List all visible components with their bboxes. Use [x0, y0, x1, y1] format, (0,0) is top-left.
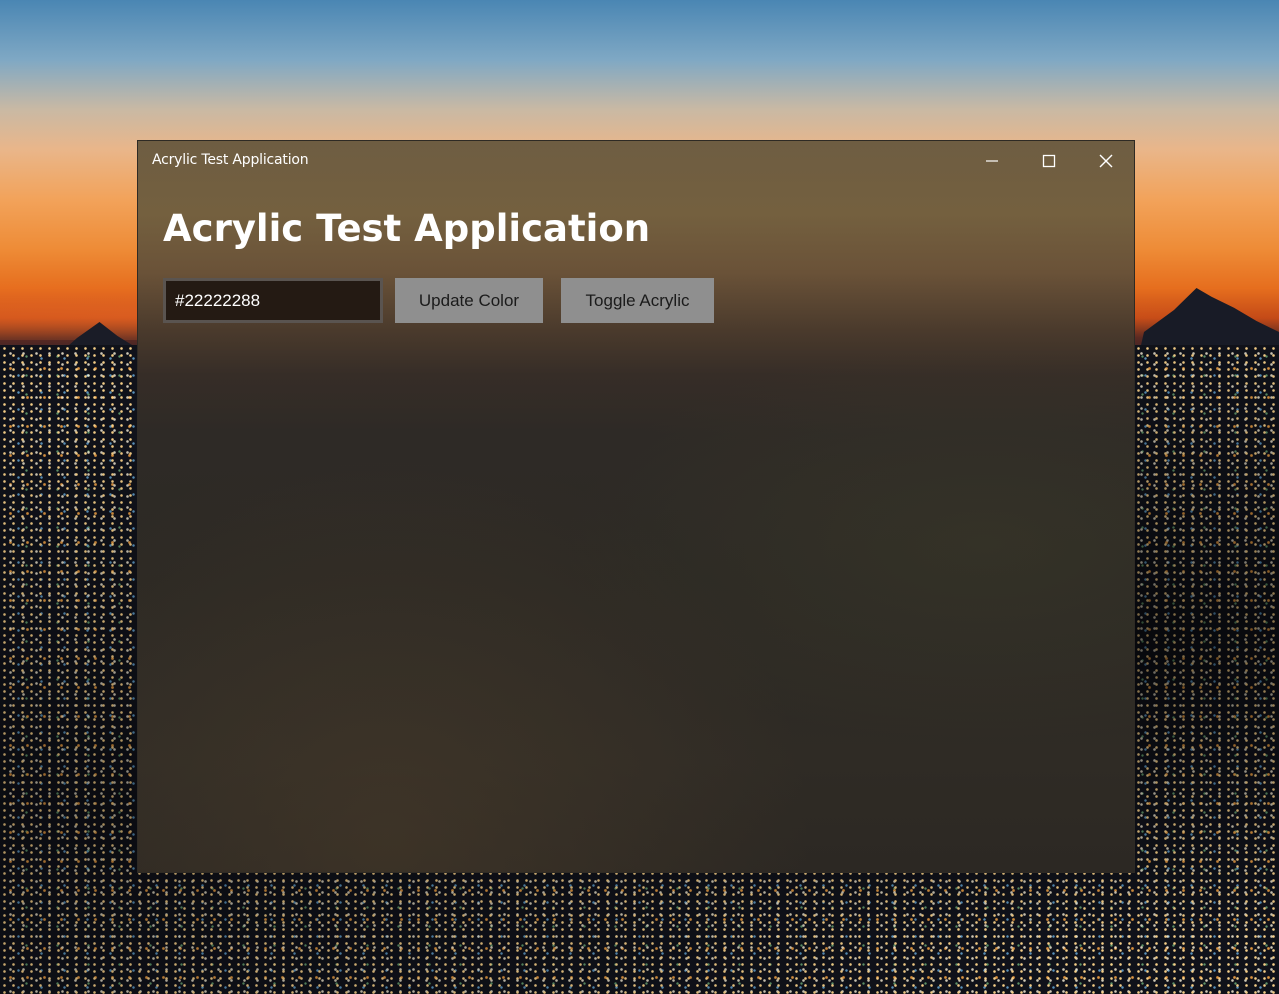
toggle-acrylic-button[interactable]: Toggle Acrylic [561, 278, 714, 323]
desktop-wallpaper: Acrylic Test Application Acrylic Test Ap… [0, 0, 1279, 994]
app-window: Acrylic Test Application Acrylic Test Ap… [137, 140, 1135, 873]
close-icon [1099, 154, 1112, 168]
minimize-button[interactable] [963, 141, 1020, 181]
maximize-icon [1042, 154, 1055, 168]
update-color-button[interactable]: Update Color [395, 278, 543, 323]
title-bar[interactable]: Acrylic Test Application [138, 141, 1134, 181]
page-title: Acrylic Test Application [163, 207, 651, 250]
close-button[interactable] [1077, 141, 1134, 181]
maximize-button[interactable] [1020, 141, 1077, 181]
minimize-icon [985, 160, 998, 162]
color-hex-input[interactable] [163, 278, 383, 323]
window-title: Acrylic Test Application [152, 152, 309, 168]
